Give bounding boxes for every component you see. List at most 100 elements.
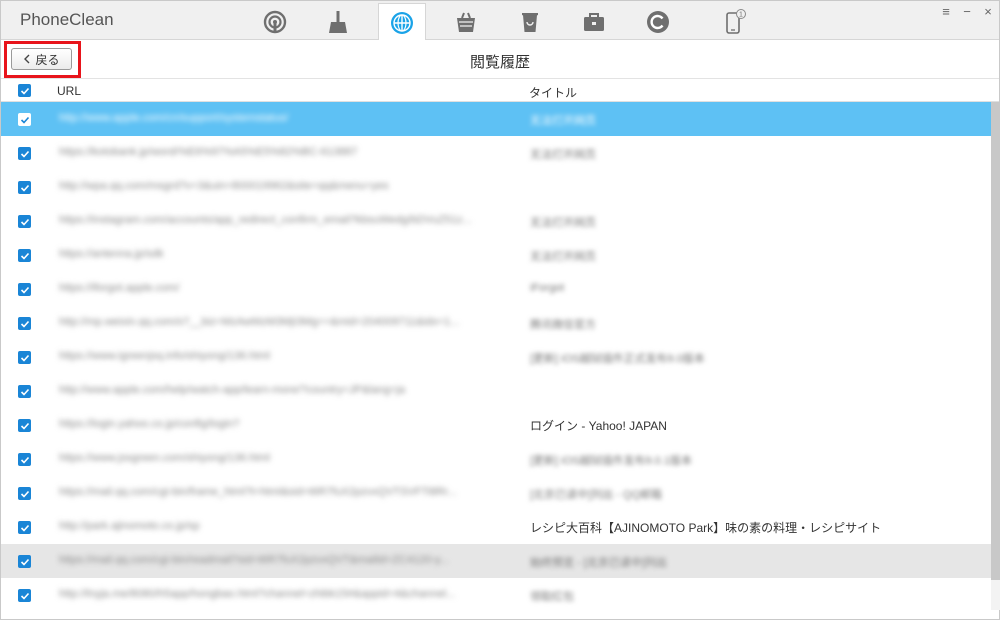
row-url: http://www.apple.com/cn/support/systemst…	[59, 112, 289, 124]
row-url: http://park.ajinomoto.co.jp/sp	[59, 520, 200, 532]
row-url: http://mp.weixin.qq.com/s?__biz=MzAwMzM3…	[59, 316, 460, 328]
row-url: https://www.igreenjsq.info/shiyong/136.h…	[59, 350, 270, 362]
row-url: http://wpa.qq.com/msgrd?v=3&uin=80001996…	[59, 180, 389, 192]
table-row[interactable]: https://mail.qq.com/cgi-bin/readmail?sid…	[1, 544, 991, 578]
phone-icon: 1	[726, 8, 746, 34]
podcast-icon	[263, 10, 287, 33]
row-title: ログイン - Yahoo! JAPAN	[530, 419, 667, 433]
check-icon	[20, 558, 29, 566]
tab-cache[interactable]	[442, 3, 490, 40]
row-checkbox[interactable]	[18, 215, 31, 228]
tab-podcast[interactable]	[251, 3, 299, 40]
app-window: PhoneClean 1 ≡ − × 閲覧履歴 戻る URL タイトル http…	[0, 0, 1000, 620]
table-row[interactable]: http://park.ajinomoto.co.jp/sp レシピ大百科【AJI…	[1, 510, 991, 544]
row-title: 领取红包	[530, 591, 574, 603]
subheader: 閲覧履歴 戻る	[1, 40, 999, 79]
row-title: レシピ大百科【AJINOMOTO Park】味の素の料理・レシピサイト	[530, 521, 882, 535]
scrollbar[interactable]	[991, 102, 1000, 610]
row-title: iForgot	[530, 282, 565, 294]
table-row[interactable]: https://login.yahoo.co.jp/config/login? ロ…	[1, 408, 991, 442]
table-row[interactable]: https://www.igreenjsq.info/shiyong/136.h…	[1, 340, 991, 374]
top-toolbar: PhoneClean 1 ≡ − ×	[1, 1, 999, 41]
row-checkbox[interactable]	[18, 113, 31, 126]
globe-icon	[391, 11, 413, 34]
row-checkbox[interactable]	[18, 351, 31, 364]
history-list: http://www.apple.com/cn/support/systemst…	[1, 102, 991, 612]
check-icon	[20, 524, 29, 532]
row-checkbox[interactable]	[18, 181, 31, 194]
row-title: 无法打开网页	[530, 217, 596, 229]
row-checkbox[interactable]	[18, 147, 31, 160]
row-title: [更新] iOS越狱插件发布9.0.1版本	[530, 455, 692, 467]
table-row[interactable]: https://www.jssgreen.com/shiyong/136.htm…	[1, 442, 991, 476]
check-icon	[20, 354, 29, 362]
scrollbar-thumb[interactable]	[991, 102, 1000, 580]
row-url: http://www.apple.com/help/watch-app/lear…	[59, 384, 406, 396]
row-url: https://kotobank.jp/word/%E6%97%A5%E5%82…	[59, 146, 358, 158]
row-checkbox[interactable]	[18, 317, 31, 330]
table-row[interactable]: http://wpa.qq.com/msgrd?v=3&uin=80001996…	[1, 170, 991, 204]
row-checkbox[interactable]	[18, 521, 31, 534]
row-url: https://www.jssgreen.com/shiyong/136.htm…	[59, 452, 270, 464]
table-row[interactable]: http://mp.weixin.qq.com/s?__biz=MzAwMzM3…	[1, 306, 991, 340]
menu-icon[interactable]: ≡	[937, 4, 955, 19]
row-checkbox[interactable]	[18, 385, 31, 398]
check-icon	[20, 456, 29, 464]
tab-clean[interactable]	[314, 3, 362, 40]
row-checkbox[interactable]	[18, 283, 31, 296]
row-checkbox[interactable]	[18, 589, 31, 602]
row-url: https://antenna.jp/sdk	[59, 248, 164, 260]
tab-trash[interactable]	[506, 3, 554, 40]
check-icon	[20, 320, 29, 328]
check-icon	[20, 252, 29, 260]
check-icon	[20, 184, 29, 192]
minimize-button[interactable]: −	[958, 4, 976, 19]
tab-toolbox[interactable]	[570, 3, 618, 40]
check-icon	[20, 150, 29, 158]
row-url: https://iforgot.apple.com/	[59, 282, 180, 294]
check-icon	[20, 116, 29, 124]
close-button[interactable]: ×	[979, 4, 997, 19]
row-title: 无法打开网页	[530, 251, 596, 263]
table-row[interactable]: https://instagram.com/accounts/app_redir…	[1, 204, 991, 238]
row-url: https://login.yahoo.co.jp/config/login?	[59, 418, 240, 430]
back-button[interactable]: 戻る	[11, 48, 72, 70]
refresh-c-icon	[647, 10, 669, 33]
app-title: PhoneClean	[20, 10, 114, 29]
table-row[interactable]: https://iforgot.apple.com/iForgot	[1, 272, 991, 306]
table-row[interactable]: https://kotobank.jp/word/%E6%97%A5%E5%82…	[1, 136, 991, 170]
table-row[interactable]: http://www.apple.com/cn/support/systemst…	[1, 102, 991, 136]
chevron-left-icon	[24, 54, 30, 64]
row-title: [北京已读中]列出 - QQ邮箱	[530, 489, 662, 501]
row-url: https://mail.qq.com/cgi-bin/frame_html?t…	[59, 486, 457, 498]
table-row[interactable]: http://lnyja.me/8080/h5app/hongbao.html?…	[1, 578, 991, 612]
column-header-url[interactable]: URL	[57, 84, 81, 98]
check-icon	[20, 388, 29, 396]
table-row[interactable]: https://antenna.jp/sdk 无法打开网页	[1, 238, 991, 272]
tab-internet[interactable]	[378, 3, 426, 41]
row-title: 无法打开网页	[530, 115, 596, 127]
row-checkbox[interactable]	[18, 555, 31, 568]
column-header-title[interactable]: タイトル	[529, 84, 577, 101]
tab-restore[interactable]	[634, 3, 682, 40]
row-url: https://instagram.com/accounts/app_redir…	[59, 214, 472, 226]
page-title: 閲覧履歴	[469, 54, 530, 71]
row-checkbox[interactable]	[18, 419, 31, 432]
check-icon	[20, 87, 29, 95]
table-header: URL タイトル	[1, 80, 999, 102]
row-url: http://lnyja.me/8080/h5app/hongbao.html?…	[59, 588, 456, 600]
check-icon	[20, 592, 29, 600]
select-all-checkbox[interactable]	[18, 84, 31, 97]
table-row[interactable]: https://mail.qq.com/cgi-bin/frame_html?t…	[1, 476, 991, 510]
row-title: 无法打开网页	[530, 149, 596, 161]
broom-icon	[329, 10, 347, 33]
row-title: 始终预览 - [北京已读中]列出	[530, 557, 667, 569]
row-checkbox[interactable]	[18, 453, 31, 466]
row-checkbox[interactable]	[18, 249, 31, 262]
table-row[interactable]: http://www.apple.com/help/watch-app/lear…	[1, 374, 991, 408]
row-checkbox[interactable]	[18, 487, 31, 500]
check-icon	[20, 286, 29, 294]
row-title: [更新] iOS越狱插件正式发布9.0版本	[530, 353, 705, 365]
tab-device[interactable]: 1	[710, 3, 758, 40]
check-icon	[20, 490, 29, 498]
